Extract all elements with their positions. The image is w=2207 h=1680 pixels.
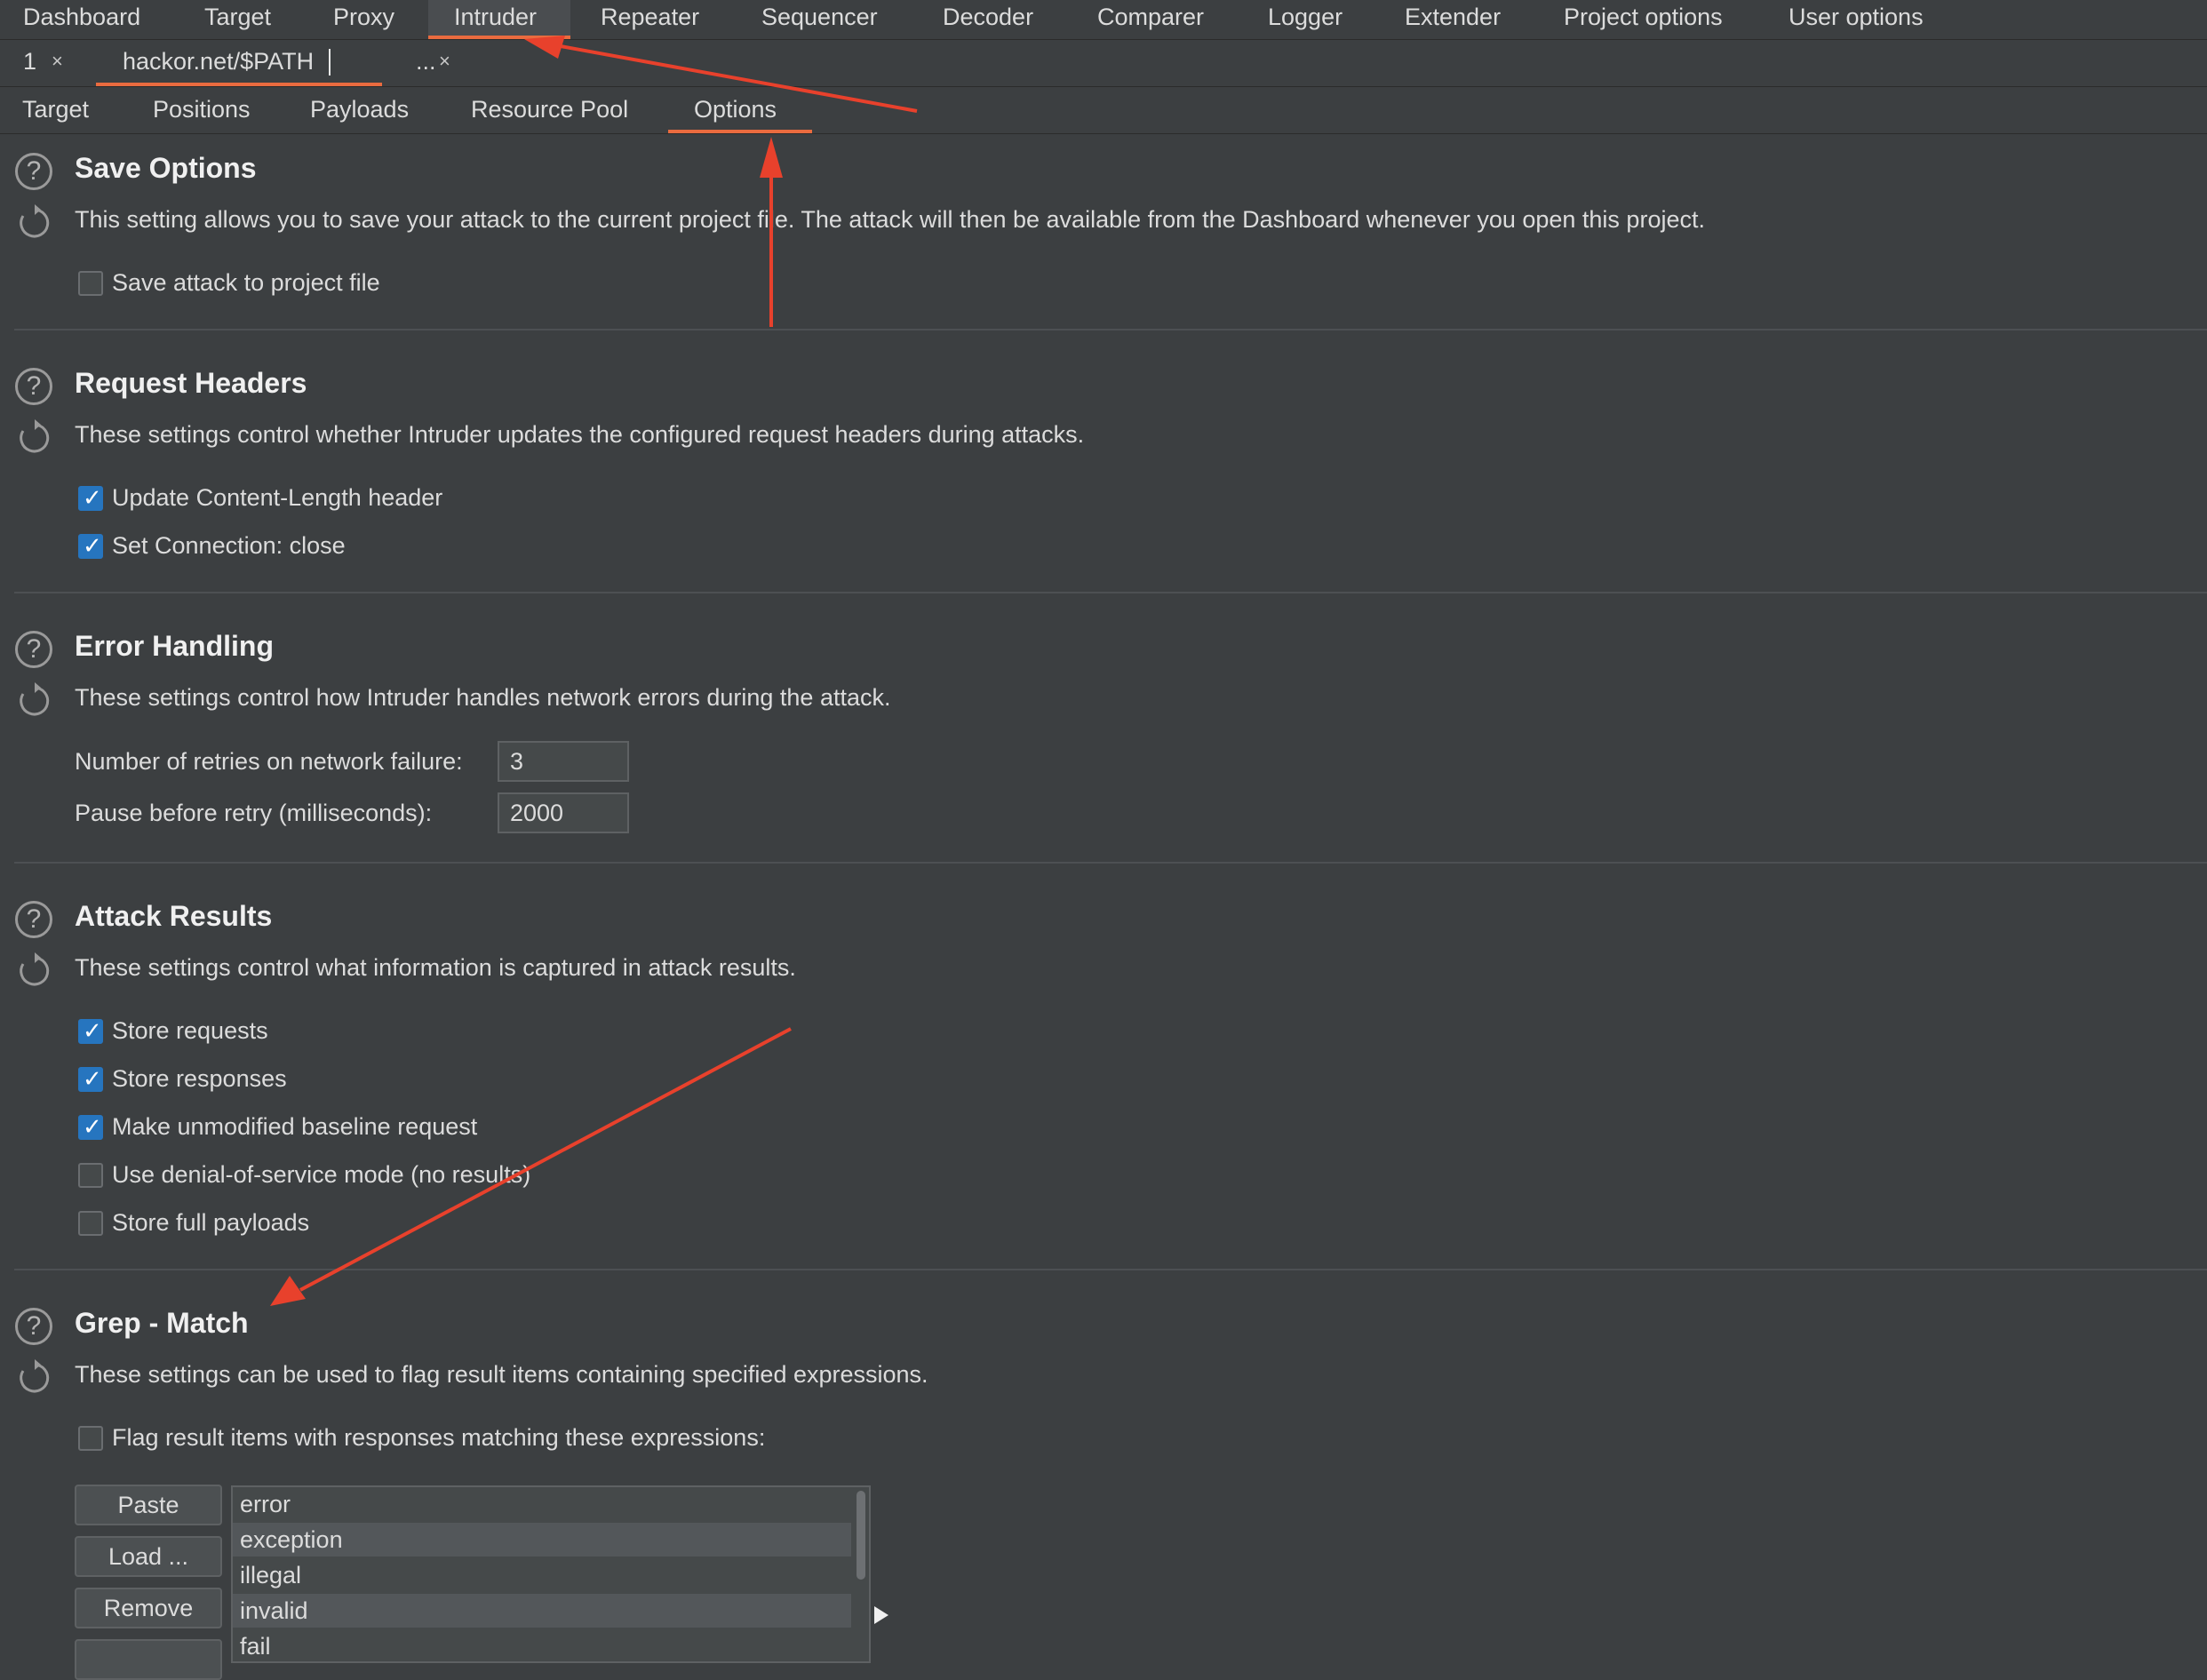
pause-input[interactable]: 2000 xyxy=(498,792,629,833)
section-title-request-headers: Request Headers xyxy=(75,367,307,399)
subtab-target[interactable]: Target xyxy=(22,87,89,133)
help-icon[interactable]: ? xyxy=(15,368,52,405)
checkbox-label: Make unmodified baseline request xyxy=(112,1113,478,1140)
checkbox-box[interactable] xyxy=(78,271,103,296)
load-button[interactable]: Load ... xyxy=(75,1536,222,1577)
section-title-grep-match: Grep - Match xyxy=(75,1307,249,1339)
checkbox-label: Update Content-Length header xyxy=(112,484,443,511)
refresh-icon[interactable] xyxy=(16,682,53,720)
tool-tab-bar: Dashboard Target Proxy Intruder Repeater… xyxy=(0,0,2207,40)
tab-extender[interactable]: Extender xyxy=(1405,0,1501,39)
tab-user-options[interactable]: User options xyxy=(1789,0,1924,39)
help-icon[interactable]: ? xyxy=(15,1308,52,1345)
close-icon[interactable]: × xyxy=(52,40,63,83)
paste-button[interactable]: Paste xyxy=(75,1485,222,1525)
checkbox-label: Store full payloads xyxy=(112,1209,310,1236)
checkbox-label: Store responses xyxy=(112,1065,287,1092)
tab-proxy[interactable]: Proxy xyxy=(333,0,394,39)
refresh-icon[interactable] xyxy=(16,204,53,242)
tab-comparer[interactable]: Comparer xyxy=(1097,0,1204,39)
section-divider xyxy=(14,1269,2207,1270)
help-icon[interactable]: ? xyxy=(15,631,52,668)
subtab-positions[interactable]: Positions xyxy=(153,87,251,133)
checkbox-box[interactable] xyxy=(78,1114,103,1141)
play-arrow-icon[interactable] xyxy=(874,1606,888,1624)
section-title-save-options: Save Options xyxy=(75,152,257,184)
retries-label: Number of retries on network failure: xyxy=(75,748,463,775)
checkbox-label: Use denial-of-service mode (no results) xyxy=(112,1161,531,1188)
clear-button[interactable] xyxy=(75,1639,222,1680)
retries-input[interactable]: 3 xyxy=(498,741,629,782)
tab-target[interactable]: Target xyxy=(204,0,271,39)
attack-tab-2-label: hackor.net/$PATH xyxy=(123,48,315,75)
checkbox-label: Save attack to project file xyxy=(112,269,380,296)
section-divider xyxy=(14,329,2207,330)
list-item[interactable]: exception xyxy=(233,1523,851,1557)
text-caret xyxy=(329,49,331,76)
tab-decoder[interactable]: Decoder xyxy=(943,0,1033,39)
tab-project-options[interactable]: Project options xyxy=(1564,0,1723,39)
checkbox-label: Set Connection: close xyxy=(112,532,346,559)
section-divider xyxy=(14,592,2207,593)
remove-button[interactable]: Remove xyxy=(75,1588,222,1628)
checkbox-box[interactable] xyxy=(78,1163,103,1188)
new-attack-tab-button[interactable]: ... xyxy=(384,40,469,86)
help-icon[interactable]: ? xyxy=(15,901,52,938)
checkbox-label: Store requests xyxy=(112,1017,268,1044)
section-desc-attack-results: These settings control what information … xyxy=(75,954,796,981)
attack-tab-bar: 1 × hackor.net/$PATH × ... xyxy=(0,40,2207,87)
attack-tab-2[interactable]: hackor.net/$PATH × xyxy=(96,40,450,86)
section-title-error-handling: Error Handling xyxy=(75,630,275,662)
checkbox-box[interactable] xyxy=(78,1018,103,1045)
list-item[interactable]: illegal xyxy=(233,1558,851,1592)
refresh-icon[interactable] xyxy=(16,952,53,990)
subtab-payloads[interactable]: Payloads xyxy=(310,87,409,133)
attack-tab-1[interactable]: 1 × xyxy=(0,40,93,86)
checkbox-box[interactable] xyxy=(78,1066,103,1093)
tab-intruder[interactable]: Intruder xyxy=(428,0,570,39)
attack-tab-1-label: 1 xyxy=(23,48,37,75)
section-divider xyxy=(14,862,2207,864)
refresh-icon[interactable] xyxy=(16,1359,53,1397)
checkbox-label: Flag result items with responses matchin… xyxy=(112,1424,766,1451)
section-desc-save-options: This setting allows you to save your att… xyxy=(75,206,1705,233)
section-desc-error-handling: These settings control how Intruder hand… xyxy=(75,684,891,711)
list-item[interactable]: error xyxy=(233,1487,851,1521)
checkbox-box[interactable] xyxy=(78,485,103,512)
tab-logger[interactable]: Logger xyxy=(1268,0,1343,39)
checkbox-box[interactable] xyxy=(78,1426,103,1451)
subtab-resource-pool[interactable]: Resource Pool xyxy=(471,87,628,133)
section-desc-grep-match: These settings can be used to flag resul… xyxy=(75,1361,928,1388)
section-title-attack-results: Attack Results xyxy=(75,900,273,932)
refresh-icon[interactable] xyxy=(16,419,53,457)
section-desc-request-headers: These settings control whether Intruder … xyxy=(75,421,1085,448)
pause-label: Pause before retry (milliseconds): xyxy=(75,800,433,826)
tab-repeater[interactable]: Repeater xyxy=(601,0,699,39)
checkbox-box[interactable] xyxy=(78,1211,103,1236)
checkbox-box[interactable] xyxy=(78,533,103,560)
intruder-sub-tab-bar: Target Positions Payloads Resource Pool … xyxy=(0,87,2207,134)
subtab-options[interactable]: Options xyxy=(668,87,812,133)
list-scrollbar[interactable] xyxy=(857,1491,865,1580)
help-icon[interactable]: ? xyxy=(15,153,52,190)
grep-expression-list[interactable]: error exception illegal invalid fail xyxy=(231,1485,871,1663)
tab-sequencer[interactable]: Sequencer xyxy=(761,0,878,39)
tab-dashboard[interactable]: Dashboard xyxy=(0,0,140,39)
list-item[interactable]: fail xyxy=(233,1629,851,1661)
list-item[interactable]: invalid xyxy=(233,1594,851,1628)
